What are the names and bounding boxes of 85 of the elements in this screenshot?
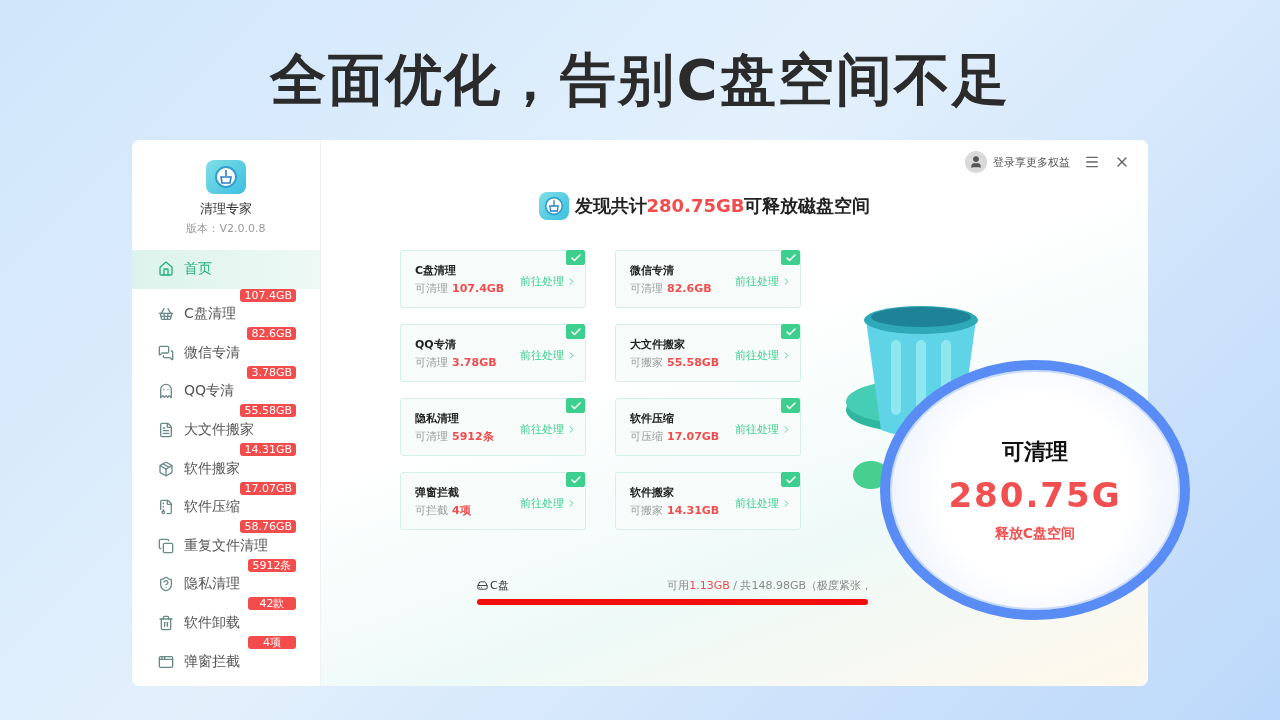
disk-info: 可用1.13GB / 共148.98GB（极度紧张， (667, 578, 872, 593)
card-title: 软件压缩 (630, 410, 675, 426)
card-label: 可压缩 (630, 428, 663, 444)
summary-text: 发现共计280.75GB可释放磁盘空间 (574, 194, 871, 218)
card-label: 可搬家 (630, 354, 663, 370)
nav-item[interactable]: 软件压缩 (132, 494, 320, 521)
home-icon (158, 261, 174, 278)
count-badge: 42款 (248, 597, 296, 611)
card-title: 微信专清 (630, 262, 675, 278)
check-icon (569, 399, 582, 412)
nav-item[interactable]: 软件搬家 (132, 455, 320, 482)
archive-icon (158, 499, 174, 516)
checkbox[interactable] (781, 472, 800, 487)
check-icon (569, 473, 582, 486)
chat-bubbles-icon (158, 344, 174, 361)
card-value: 4项 (452, 502, 471, 518)
disk-label: C盘 (490, 578, 509, 593)
card-value: 14.31GB (667, 503, 720, 517)
package-icon (158, 460, 174, 477)
app-logo-icon (538, 192, 569, 220)
check-icon (784, 473, 797, 486)
count-badge: 14.31GB (240, 442, 296, 456)
app-version: 版本：V2.0.0.8 (186, 221, 266, 236)
nav-item[interactable]: 隐私清理 (132, 571, 320, 598)
nav-item[interactable]: 重复文件清理 (132, 532, 320, 559)
nav-item[interactable]: QQ专清 (132, 378, 320, 405)
card-title: 弹窗拦截 (415, 484, 460, 500)
menu-icon[interactable] (1084, 154, 1100, 170)
headline: 全面优化，告别C盘空间不足 (270, 46, 1010, 114)
card-title: 软件搬家 (630, 484, 675, 500)
app-name: 清理专家 (200, 200, 252, 218)
ghost-icon (158, 383, 174, 400)
card-label: 可清理 (415, 428, 448, 444)
shield-icon (158, 576, 174, 593)
check-icon (784, 325, 797, 338)
card-title: C盘清理 (415, 262, 458, 278)
count-badge: 5912条 (248, 558, 296, 572)
checkbox[interactable] (781, 250, 800, 265)
nav-item[interactable]: 微信专清 (132, 339, 320, 366)
nav-item[interactable]: C盘清理 (132, 301, 320, 328)
card-label: 可搬家 (630, 502, 663, 518)
checkbox[interactable] (781, 324, 800, 339)
nav-item[interactable]: 弹窗拦截 (132, 648, 320, 675)
check-icon (784, 251, 797, 264)
card-label: 可清理 (415, 354, 448, 370)
card-title: QQ专清 (415, 336, 457, 352)
check-icon (569, 325, 582, 338)
card-label: 可清理 (630, 280, 663, 296)
card-value: 3.78GB (452, 355, 497, 369)
count-badge: 82.6GB (247, 327, 296, 341)
count-badge: 17.07GB (240, 481, 296, 495)
card-value: 107.4GB (452, 281, 505, 295)
trash-icon (158, 614, 174, 631)
card-label: 可清理 (415, 280, 448, 296)
card-value: 55.58GB (667, 355, 720, 369)
card-label: 可拦截 (415, 502, 448, 518)
card-value: 17.07GB (667, 429, 720, 443)
checkbox[interactable] (566, 324, 585, 339)
count-badge: 58.76GB (240, 520, 296, 534)
checkbox[interactable] (781, 398, 800, 413)
check-icon (784, 399, 797, 412)
app-logo-icon (206, 160, 246, 194)
card-title: 大文件搬家 (630, 336, 686, 352)
result-amount: 280.75G (948, 475, 1122, 515)
result-subtitle: 释放C盘空间 (994, 525, 1076, 543)
check-icon (569, 251, 582, 264)
result-title: 可清理 (1002, 438, 1068, 466)
login-link[interactable]: 登录享更多权益 (993, 154, 1070, 170)
drive-icon (477, 580, 488, 591)
card-value: 5912条 (452, 428, 494, 444)
checkbox[interactable] (566, 250, 585, 265)
card-value: 82.6GB (667, 281, 712, 295)
nav-item[interactable]: 大文件搬家 (132, 416, 320, 443)
avatar-icon[interactable] (965, 151, 987, 173)
document-icon (158, 421, 174, 438)
checkbox[interactable] (566, 398, 585, 413)
card-title: 隐私清理 (415, 410, 460, 426)
basket-icon (158, 306, 174, 323)
count-badge: 55.58GB (240, 404, 296, 418)
window-icon (158, 653, 174, 670)
copy-icon (158, 537, 174, 554)
nav-item[interactable]: 软件卸载 (132, 609, 320, 636)
checkbox[interactable] (566, 472, 585, 487)
count-badge: 3.78GB (247, 365, 296, 379)
count-badge: 4项 (248, 635, 296, 649)
